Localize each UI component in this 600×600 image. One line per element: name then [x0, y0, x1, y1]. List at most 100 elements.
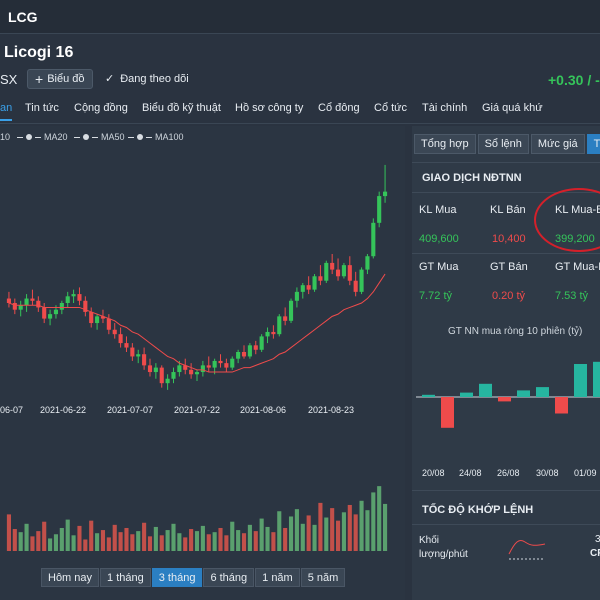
- candle[interactable]: [288, 300, 294, 321]
- volume-bar[interactable]: [189, 529, 194, 551]
- volume-bar[interactable]: [294, 509, 299, 551]
- volume-bar[interactable]: [95, 533, 100, 551]
- candle[interactable]: [89, 311, 94, 324]
- candle[interactable]: [112, 329, 117, 335]
- volume-bar[interactable]: [377, 486, 382, 551]
- range-1m-button[interactable]: 1 tháng: [100, 568, 151, 587]
- volume-bar[interactable]: [100, 530, 106, 551]
- volume-bar[interactable]: [283, 527, 288, 551]
- range-6m-button[interactable]: 6 tháng: [203, 568, 255, 587]
- candle[interactable]: [218, 360, 223, 364]
- tab-dividends[interactable]: Cổ tức: [374, 102, 407, 114]
- candle[interactable]: [371, 222, 376, 257]
- volume-bar[interactable]: [18, 532, 23, 551]
- candle[interactable]: [136, 354, 141, 357]
- volume-bar[interactable]: [83, 539, 88, 551]
- volume-bar[interactable]: [300, 523, 305, 551]
- volume-bar[interactable]: [288, 516, 294, 551]
- candle[interactable]: [18, 305, 23, 310]
- candle[interactable]: [277, 316, 282, 335]
- volume-bar[interactable]: [171, 523, 176, 551]
- volume-bar[interactable]: [218, 527, 223, 551]
- nn-bar[interactable]: [441, 397, 454, 428]
- volume-bar[interactable]: [324, 517, 329, 551]
- candle[interactable]: [259, 336, 264, 350]
- subtab-price-level[interactable]: Mức giá: [530, 134, 585, 154]
- chart-button[interactable]: + Biểu đồ: [27, 69, 93, 89]
- nn-bar[interactable]: [593, 361, 600, 397]
- tab-community[interactable]: Cộng đồng: [74, 102, 128, 114]
- nn-bar[interactable]: [460, 392, 473, 397]
- volume-bar[interactable]: [236, 530, 241, 551]
- volume-bar[interactable]: [53, 534, 59, 551]
- volume-bar[interactable]: [335, 520, 341, 551]
- candle[interactable]: [377, 196, 382, 223]
- volume-bar[interactable]: [347, 504, 352, 551]
- candle[interactable]: [253, 345, 258, 350]
- volume-bar[interactable]: [277, 511, 282, 551]
- volume-bar[interactable]: [247, 524, 252, 551]
- volume-bar[interactable]: [106, 537, 111, 551]
- volume-chart[interactable]: [0, 481, 405, 553]
- volume-bar[interactable]: [147, 536, 153, 551]
- subtab-orderbook[interactable]: Sổ lệnh: [477, 134, 529, 154]
- volume-bar[interactable]: [183, 537, 188, 551]
- nn-bar[interactable]: [498, 397, 511, 402]
- volume-bar[interactable]: [112, 524, 117, 551]
- subtab-summary[interactable]: Tổng hợp: [414, 134, 476, 154]
- candle[interactable]: [189, 369, 194, 375]
- volume-bar[interactable]: [383, 503, 388, 551]
- volume-bar[interactable]: [206, 534, 211, 551]
- volume-bar[interactable]: [136, 531, 141, 551]
- candle[interactable]: [318, 276, 323, 281]
- volume-bar[interactable]: [318, 502, 323, 551]
- volume-bar[interactable]: [142, 522, 147, 551]
- candle[interactable]: [194, 372, 200, 375]
- foreign-net-bar-chart[interactable]: [412, 341, 600, 461]
- volume-bar[interactable]: [265, 526, 270, 551]
- candle[interactable]: [294, 291, 299, 301]
- volume-bar[interactable]: [12, 529, 17, 551]
- candle[interactable]: [165, 378, 170, 384]
- volume-bar[interactable]: [253, 531, 258, 551]
- candle[interactable]: [224, 363, 229, 368]
- candle[interactable]: [359, 269, 364, 292]
- legend-item-10[interactable]: 10: [0, 132, 10, 142]
- candle[interactable]: [71, 294, 76, 297]
- candle[interactable]: [200, 365, 205, 373]
- candle[interactable]: [365, 256, 370, 270]
- candle[interactable]: [6, 298, 11, 303]
- volume-bar[interactable]: [200, 525, 205, 551]
- candle[interactable]: [36, 300, 41, 308]
- volume-bar[interactable]: [59, 527, 64, 551]
- volume-bar[interactable]: [359, 500, 364, 551]
- range-5y-button[interactable]: 5 năm: [300, 568, 346, 587]
- nn-bar[interactable]: [555, 397, 568, 414]
- volume-bar[interactable]: [330, 508, 335, 551]
- legend-item-ma20[interactable]: MA20: [17, 132, 68, 142]
- volume-bar[interactable]: [36, 531, 41, 551]
- candle[interactable]: [330, 262, 335, 270]
- candle[interactable]: [147, 365, 153, 373]
- candle[interactable]: [130, 347, 135, 357]
- volume-bar[interactable]: [212, 532, 217, 551]
- volume-bar[interactable]: [365, 510, 370, 551]
- tab-price-history[interactable]: Giá quá khứ: [482, 102, 543, 114]
- tab-company-profile[interactable]: Hồ sơ công ty: [235, 102, 303, 114]
- legend-item-ma50[interactable]: MA50: [74, 132, 125, 142]
- nn-bar[interactable]: [574, 364, 587, 397]
- volume-bar[interactable]: [271, 532, 276, 551]
- volume-bar[interactable]: [118, 532, 123, 551]
- volume-bar[interactable]: [371, 492, 376, 551]
- candle[interactable]: [53, 309, 59, 315]
- volume-bar[interactable]: [165, 530, 170, 551]
- candle[interactable]: [159, 367, 164, 384]
- volume-bar[interactable]: [77, 525, 82, 551]
- candle[interactable]: [142, 354, 147, 366]
- range-3m-button[interactable]: 3 tháng: [151, 568, 203, 587]
- volume-bar[interactable]: [89, 520, 94, 551]
- range-1y-button[interactable]: 1 năm: [255, 568, 300, 587]
- candle[interactable]: [300, 285, 305, 292]
- candle[interactable]: [312, 276, 317, 290]
- candle[interactable]: [106, 318, 111, 330]
